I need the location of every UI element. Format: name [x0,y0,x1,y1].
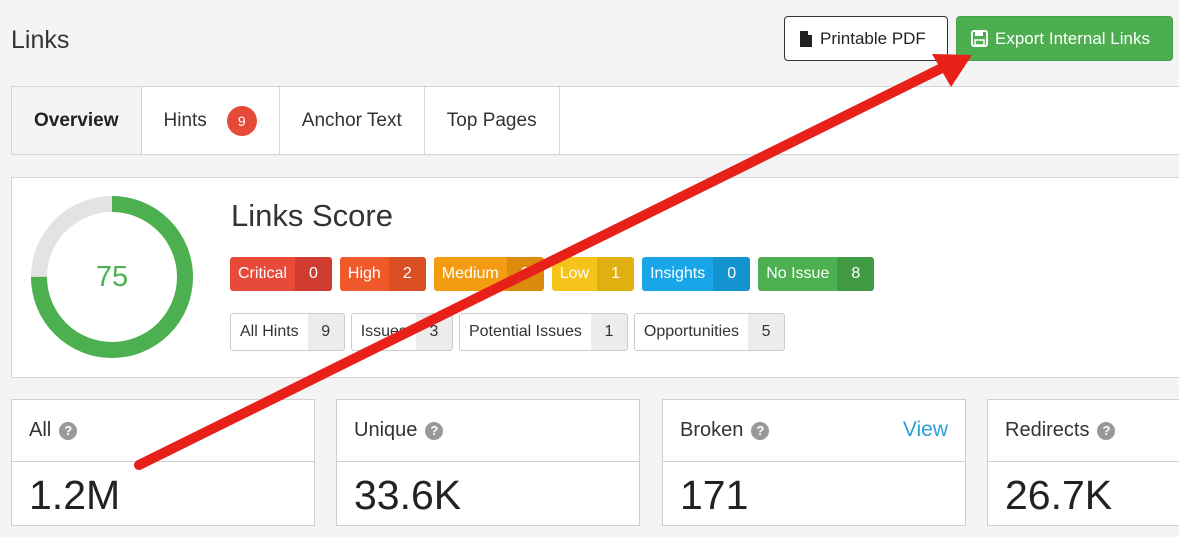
metric-card-all: All ? 1.2M [11,399,315,526]
severity-count: 2 [388,257,426,291]
tab-hints-label: Hints [163,109,207,131]
metric-value: 33.6K [354,472,462,518]
tab-bar: Overview Hints 9 Anchor Text Top Pages [11,86,1179,155]
filter-all-hints[interactable]: All Hints 9 [230,313,345,351]
filter-count: 5 [748,314,785,350]
filter-potential-issues[interactable]: Potential Issues 1 [458,313,628,351]
severity-label: Low [551,257,598,291]
printable-pdf-button[interactable]: Printable PDF [784,16,948,61]
help-icon[interactable]: ? [59,421,78,440]
help-icon[interactable]: ? [425,421,444,440]
filter-label: All Hints [240,323,299,340]
metric-card-unique: Unique ? 33.6K [336,399,640,526]
links-score-panel: 75 Links Score Critical 0 High 2 Medium … [11,177,1179,378]
hints-count-badge: 9 [226,105,257,136]
filter-label: Issues [360,323,407,340]
tab-top-pages-label: Top Pages [446,109,537,131]
metric-label: Broken [680,419,744,441]
severity-label: High [339,257,389,291]
metric-card-broken: Broken ? View 171 [662,399,966,526]
tab-anchor-text[interactable]: Anchor Text [280,87,425,154]
metric-card-redirects: Redirects ? 26.7K [987,399,1179,526]
severity-count: 3 [506,257,544,291]
export-internal-links-label: Export Internal Links [995,28,1150,48]
severity-label: No Issue [758,257,838,291]
hint-filter-buttons: All Hints 9 Issues 3 Potential Issues 1 … [230,313,791,351]
filter-label: Opportunities [643,323,740,340]
severity-high-badge[interactable]: High 2 [339,257,426,291]
tab-overview[interactable]: Overview [12,87,142,154]
severity-medium-badge[interactable]: Medium 3 [433,257,544,291]
severity-count: 0 [294,257,332,291]
score-value: 75 [95,260,129,293]
floppy-disk-icon [971,30,988,47]
severity-count: 8 [837,257,875,291]
printable-pdf-label: Printable PDF [820,28,926,48]
help-icon[interactable]: ? [1097,421,1116,440]
severity-badges: Critical 0 High 2 Medium 3 Low 1 Insight… [230,257,882,291]
document-icon [799,30,813,48]
score-title: Links Score [231,198,393,233]
filter-opportunities[interactable]: Opportunities 5 [633,313,786,351]
tab-hints[interactable]: Hints 9 [142,87,280,154]
severity-label: Insights [642,257,714,291]
severity-no-issue-badge[interactable]: No Issue 8 [758,257,875,291]
metric-label: Redirects [1005,419,1090,441]
tab-overview-label: Overview [34,109,119,131]
severity-label: Medium [433,257,507,291]
severity-low-badge[interactable]: Low 1 [551,257,635,291]
metric-label: Unique [354,419,418,441]
severity-critical-badge[interactable]: Critical 0 [230,257,332,291]
filter-issues[interactable]: Issues 3 [350,313,453,351]
metric-value: 171 [680,472,749,518]
view-broken-link[interactable]: View [903,418,948,442]
metric-value: 1.2M [29,472,121,518]
metric-label: All [29,419,52,441]
filter-label: Potential Issues [468,323,582,340]
metric-value: 26.7K [1005,472,1113,518]
filter-count: 3 [415,314,452,350]
export-internal-links-button[interactable]: Export Internal Links [956,16,1173,61]
severity-count: 0 [713,257,751,291]
tab-anchor-text-label: Anchor Text [301,109,402,131]
filter-count: 1 [590,314,627,350]
page-title: Links [11,26,70,54]
filter-count: 9 [307,314,344,350]
help-icon[interactable]: ? [751,421,770,440]
severity-label: Critical [230,257,295,291]
severity-count: 1 [597,257,635,291]
tab-top-pages[interactable]: Top Pages [425,87,560,154]
severity-insights-badge[interactable]: Insights 0 [642,257,751,291]
